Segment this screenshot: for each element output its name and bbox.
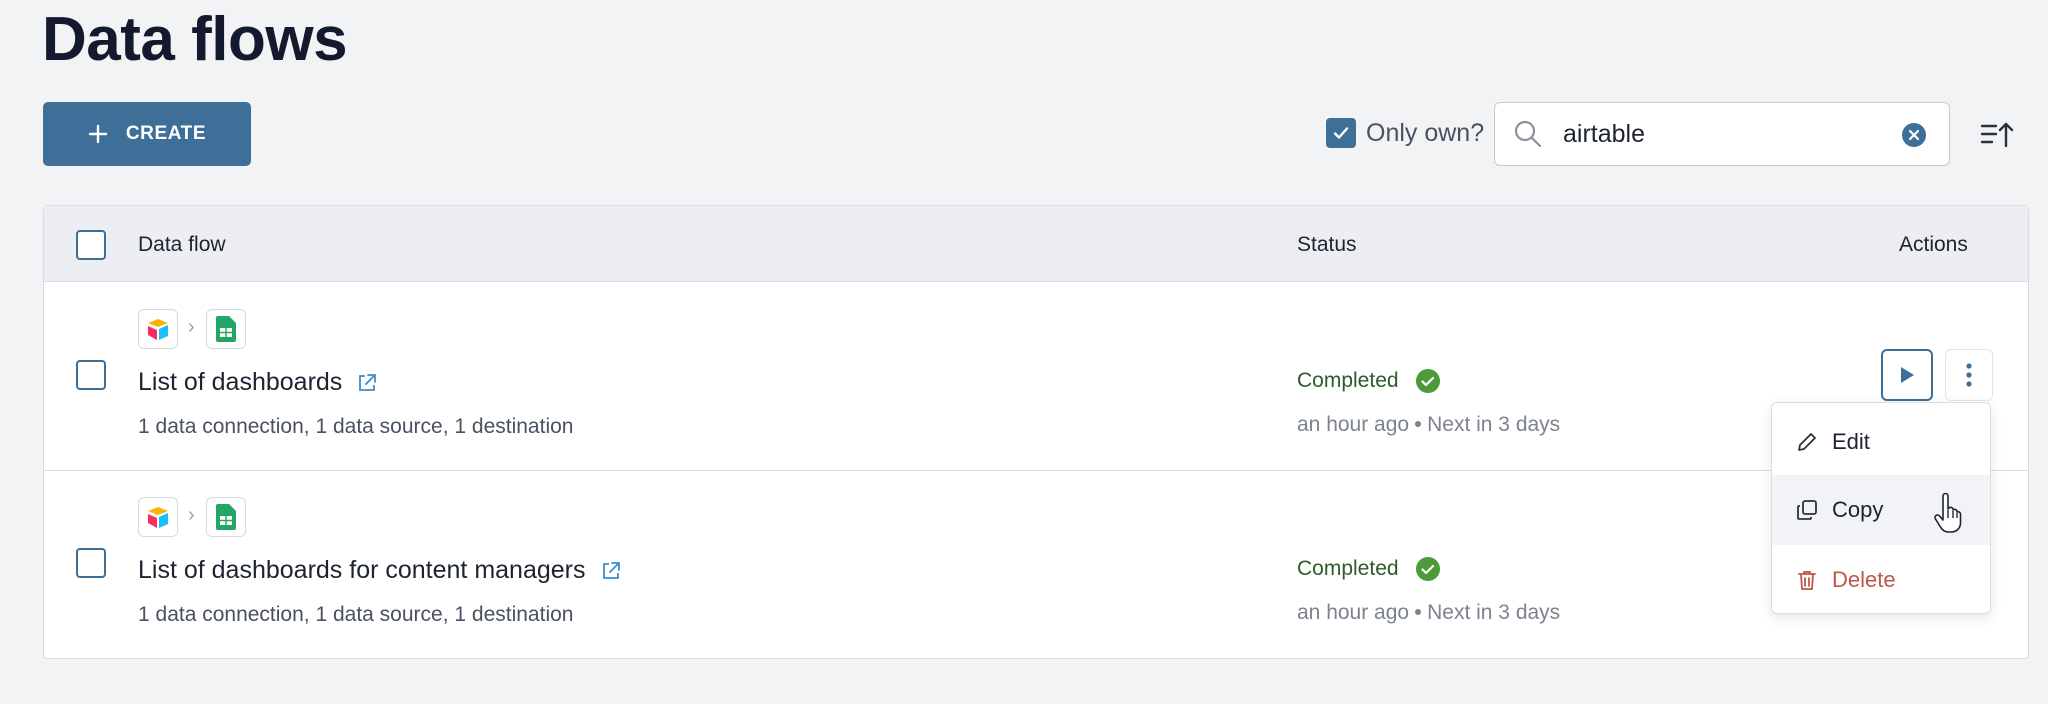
table-header: Data flow Status Actions [44, 206, 2028, 282]
airtable-icon [138, 309, 178, 349]
play-icon [1901, 367, 1914, 383]
next-run: Next in 3 days [1427, 601, 1561, 624]
header-actions: Actions [1899, 233, 1968, 256]
sort-icon[interactable] [1980, 118, 2014, 150]
chevron-right-icon: › [188, 504, 195, 526]
hand-cursor-icon [1934, 492, 1962, 533]
flow-meta: 1 data connection, 1 data source, 1 dest… [138, 415, 574, 438]
header-status[interactable]: Status [1297, 233, 1357, 257]
flow-name-link[interactable]: List of dashboards [138, 368, 378, 397]
search-icon [1514, 120, 1542, 148]
run-times: an hour ago Next in 3 days [1297, 413, 1560, 437]
search-input[interactable]: airtable [1494, 102, 1950, 166]
trash-icon [1798, 571, 1816, 590]
external-link-icon[interactable] [600, 560, 622, 582]
row-checkbox[interactable] [76, 360, 106, 390]
only-own-label: Only own? [1366, 118, 1485, 147]
google-sheets-icon [206, 497, 246, 537]
menu-item-edit[interactable]: Edit [1772, 407, 1990, 477]
checkmark-icon [1333, 127, 1349, 139]
data-flows-table: Data flow Status Actions › List of dashb… [43, 205, 2029, 659]
check-circle-icon [1415, 369, 1440, 393]
separator-dot [1415, 609, 1422, 615]
copy-icon [1797, 500, 1817, 520]
table-row[interactable]: › List of dashboards for content manager… [44, 470, 2028, 658]
clear-search-icon[interactable] [1901, 122, 1927, 148]
google-sheets-icon [206, 309, 246, 349]
status-text: Completed [1297, 369, 1399, 392]
chevron-right-icon: › [188, 316, 195, 338]
select-all-checkbox[interactable] [76, 230, 106, 260]
header-data-flow[interactable]: Data flow [138, 233, 226, 257]
more-actions-button[interactable] [1945, 349, 1993, 401]
run-button[interactable] [1881, 349, 1933, 401]
create-button[interactable]: CREATE [43, 102, 251, 166]
menu-item-label: Edit [1832, 429, 1870, 454]
flow-name[interactable]: List of dashboards [138, 368, 342, 397]
last-run: an hour ago [1297, 413, 1410, 436]
table-row[interactable]: › List of dashboards 1 data connection, … [44, 282, 2028, 471]
status-text: Completed [1297, 557, 1399, 580]
last-run: an hour ago [1297, 601, 1410, 624]
flow-name[interactable]: List of dashboards for content managers [138, 556, 586, 585]
search-value: airtable [1563, 120, 1645, 148]
menu-item-delete[interactable]: Delete [1772, 545, 1990, 615]
status-badge: Completed [1297, 368, 1441, 394]
row-checkbox[interactable] [76, 548, 106, 578]
menu-item-label: Copy [1832, 497, 1884, 522]
check-circle-icon [1415, 557, 1440, 581]
external-link-icon[interactable] [356, 372, 378, 394]
only-own-checkbox[interactable] [1326, 118, 1356, 148]
menu-item-label: Delete [1832, 567, 1896, 592]
airtable-icon [138, 497, 178, 537]
flow-name-link[interactable]: List of dashboards for content managers [138, 556, 622, 585]
separator-dot [1415, 421, 1422, 427]
create-label: CREATE [125, 123, 207, 144]
next-run: Next in 3 days [1427, 413, 1561, 436]
status-badge: Completed [1297, 556, 1441, 582]
page-title: Data flows [42, 5, 348, 74]
flow-meta: 1 data connection, 1 data source, 1 dest… [138, 603, 574, 626]
only-own-toggle[interactable]: Only own? [1326, 118, 1484, 148]
pencil-icon [1798, 433, 1816, 451]
plus-icon [88, 124, 108, 144]
run-times: an hour ago Next in 3 days [1297, 601, 1560, 625]
kebab-menu-icon [1966, 363, 1972, 387]
